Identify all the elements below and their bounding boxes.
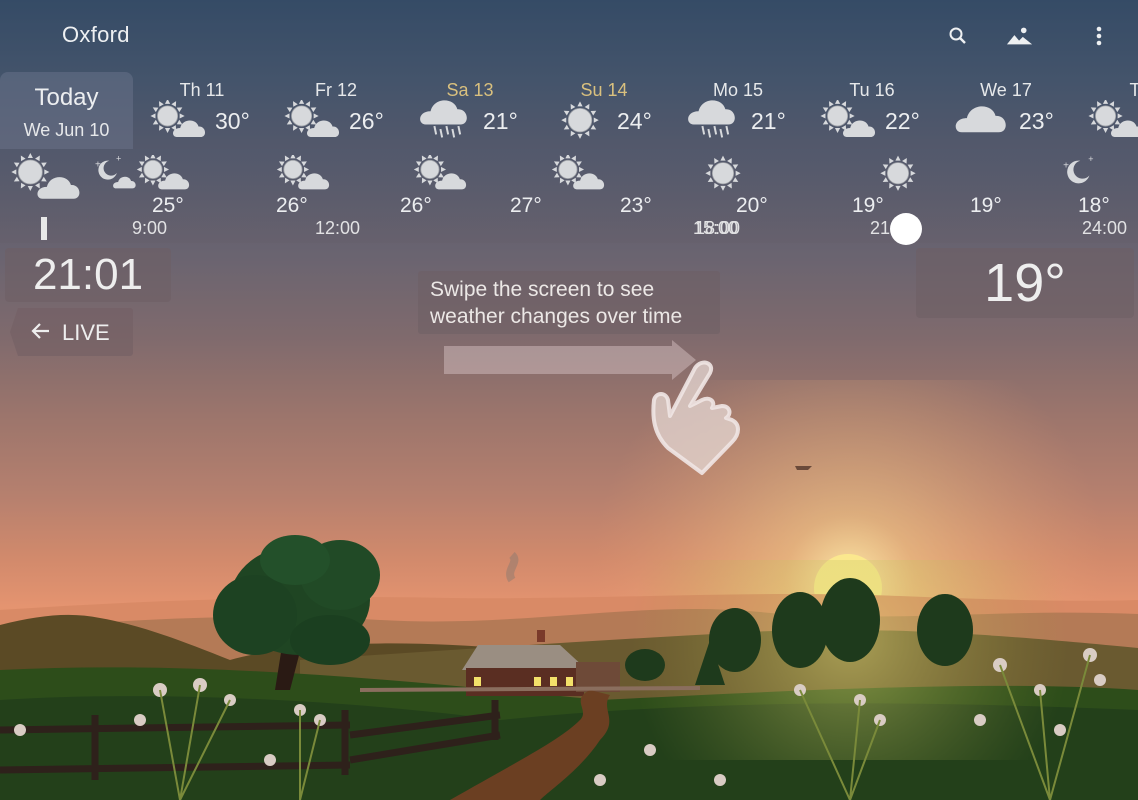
now-marker <box>41 217 47 240</box>
hour-temperature: 26° <box>276 194 308 217</box>
day-item[interactable]: Mo 15 21° <box>671 72 805 149</box>
arrow-left-icon <box>30 320 52 347</box>
today-label: Today <box>34 84 99 111</box>
partly-cloudy-icon <box>412 153 468 198</box>
hour-time: 9:00 <box>132 218 168 238</box>
hour-temperature: 23° <box>620 194 652 217</box>
hour-temperature: 20° <box>736 194 768 217</box>
hint-line-1: Swipe the screen to see <box>430 278 655 301</box>
partly-cloudy-icon <box>550 153 606 198</box>
day-label: Sa 13 <box>446 80 494 100</box>
day-today[interactable]: Today We Jun 10 <box>0 72 133 149</box>
hint-line-2: weather changes over time <box>430 305 683 328</box>
day-label: Th <box>1129 80 1138 100</box>
swipe-gesture-illustration <box>444 340 740 475</box>
svg-text:+: + <box>95 159 101 170</box>
hour-temperature: 26° <box>400 194 432 217</box>
partly-cloudy-icon <box>1087 98 1138 142</box>
more-vert-icon[interactable] <box>1085 22 1113 50</box>
sunny-icon <box>551 100 609 142</box>
day-item[interactable]: Sa 13 21° <box>403 72 537 149</box>
current-temperature: 19° <box>916 248 1134 318</box>
hour-time: 18:00 <box>695 218 741 238</box>
swipe-arrow-icon <box>444 340 696 380</box>
day-label: We 17 <box>980 80 1032 100</box>
day-temperature: 26° <box>349 108 384 134</box>
day-temperature: 22° <box>885 108 920 134</box>
partly-cloudy-icon <box>135 153 191 198</box>
svg-text:+: + <box>116 155 121 164</box>
day-label: Th 11 <box>179 80 225 100</box>
time-scrubber-handle[interactable] <box>890 213 922 245</box>
rain-icon <box>417 100 475 142</box>
day-label: Su 14 <box>580 80 628 100</box>
app-bar: Oxford <box>0 0 1138 72</box>
partly-cloudy-icon <box>819 98 877 142</box>
rain-icon <box>685 100 743 142</box>
partly-cloudy-icon <box>6 153 82 208</box>
hour-temperature: 19° <box>970 194 1002 217</box>
day-item[interactable]: Th <box>1073 72 1138 149</box>
hour-temperature: 19° <box>852 194 884 217</box>
day-item[interactable]: Th 11 30° <box>135 72 269 149</box>
search-icon[interactable] <box>944 22 972 50</box>
hour-temperature: 18° <box>1078 194 1110 217</box>
current-time: 21:01 <box>5 248 171 302</box>
daily-forecast-strip[interactable]: Today We Jun 10 Th 11 30° Fr 12 26° Sa 1… <box>0 72 1138 149</box>
day-temperature: 24° <box>617 108 652 134</box>
hour-time: 12:00 <box>315 218 361 238</box>
day-label: Tu 16 <box>849 80 895 100</box>
sunny-icon <box>870 155 926 198</box>
cloudy-icon <box>953 100 1011 142</box>
day-temperature: 30° <box>215 108 250 134</box>
night-clear-icon: + + <box>1050 154 1106 198</box>
day-label: Mo 15 <box>712 80 764 100</box>
day-temperature: 21° <box>751 108 786 134</box>
day-temperature: 21° <box>483 108 518 134</box>
live-button[interactable]: LIVE <box>10 308 133 356</box>
hour-temperature: 27° <box>510 194 542 217</box>
hourly-forecast-strip[interactable]: + +25° 9:00 26° 12:00 26° 27° 15:00 23° 20° 18:00… <box>0 149 1138 245</box>
day-item[interactable]: Tu 16 22° <box>805 72 939 149</box>
hour-temperature: 25° <box>152 194 184 217</box>
day-temperature: 23° <box>1019 108 1054 134</box>
city-name[interactable]: Oxford <box>62 22 130 48</box>
landscape-icon[interactable] <box>1006 22 1034 50</box>
svg-text:+: + <box>1088 155 1093 164</box>
hand-pointer-icon <box>651 360 740 475</box>
hour-time: 24:00 <box>1082 218 1128 238</box>
today-date: We Jun 10 <box>23 120 110 140</box>
partly-cloudy-icon <box>283 98 341 142</box>
partly-cloudy-icon <box>149 98 207 142</box>
day-item[interactable]: Fr 12 26° <box>269 72 403 149</box>
day-item[interactable]: We 17 23° <box>939 72 1073 149</box>
sunny-icon <box>695 155 751 198</box>
live-label: LIVE <box>62 320 110 345</box>
day-label: Fr 12 <box>314 80 357 100</box>
night-partly-cloudy-icon: + + <box>85 154 141 198</box>
day-item[interactable]: Su 14 24° <box>537 72 671 149</box>
svg-text:+: + <box>1063 161 1069 172</box>
partly-cloudy-icon <box>275 153 331 198</box>
swipe-hint: Swipe the screen to see weather changes … <box>418 271 720 334</box>
